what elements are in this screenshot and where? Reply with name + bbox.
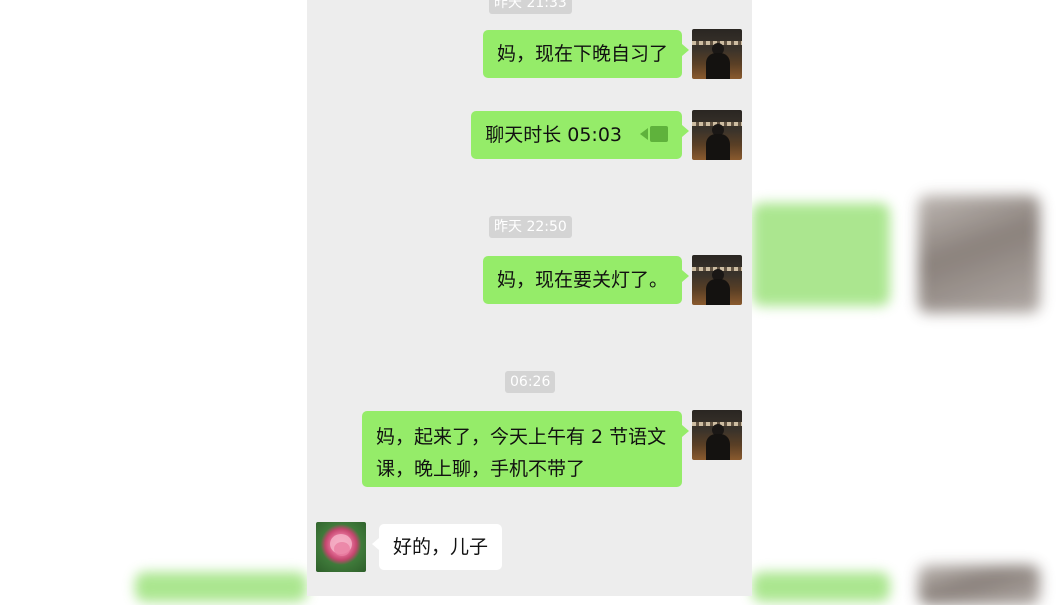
avatar[interactable]	[692, 110, 742, 160]
background-blur-bubble	[752, 572, 890, 602]
avatar[interactable]	[692, 410, 742, 460]
avatar[interactable]	[692, 255, 742, 305]
background-blur-avatar	[918, 195, 1040, 313]
avatar[interactable]	[316, 522, 366, 572]
video-call-bubble[interactable]: 聊天时长 05:03	[471, 111, 689, 159]
message-bubble-sent[interactable]: 妈，现在要关灯了。	[482, 256, 690, 304]
timestamp: 昨天 21:33	[489, 0, 572, 14]
video-camera-icon	[640, 126, 668, 142]
message-bubble-sent[interactable]: 妈，现在下晚自习了	[482, 30, 690, 78]
background-blur-bubble	[135, 572, 307, 602]
avatar[interactable]	[692, 29, 742, 79]
message-bubble-received[interactable]: 好的，儿子	[371, 524, 503, 570]
background-blur-avatar	[918, 565, 1040, 605]
call-duration-text: 聊天时长 05:03	[485, 124, 622, 146]
timestamp: 昨天 22:50	[489, 216, 572, 238]
background-blur-bubble	[752, 203, 890, 306]
message-bubble-sent[interactable]: 妈，起来了，今天上午有 2 节语文课，晚上聊，手机不带了	[362, 411, 689, 487]
timestamp: 06:26	[505, 371, 556, 393]
chat-window[interactable]: 昨天 21:33 妈，现在下晚自习了 聊天时长 05:03 昨天 22:50 妈…	[307, 0, 752, 596]
